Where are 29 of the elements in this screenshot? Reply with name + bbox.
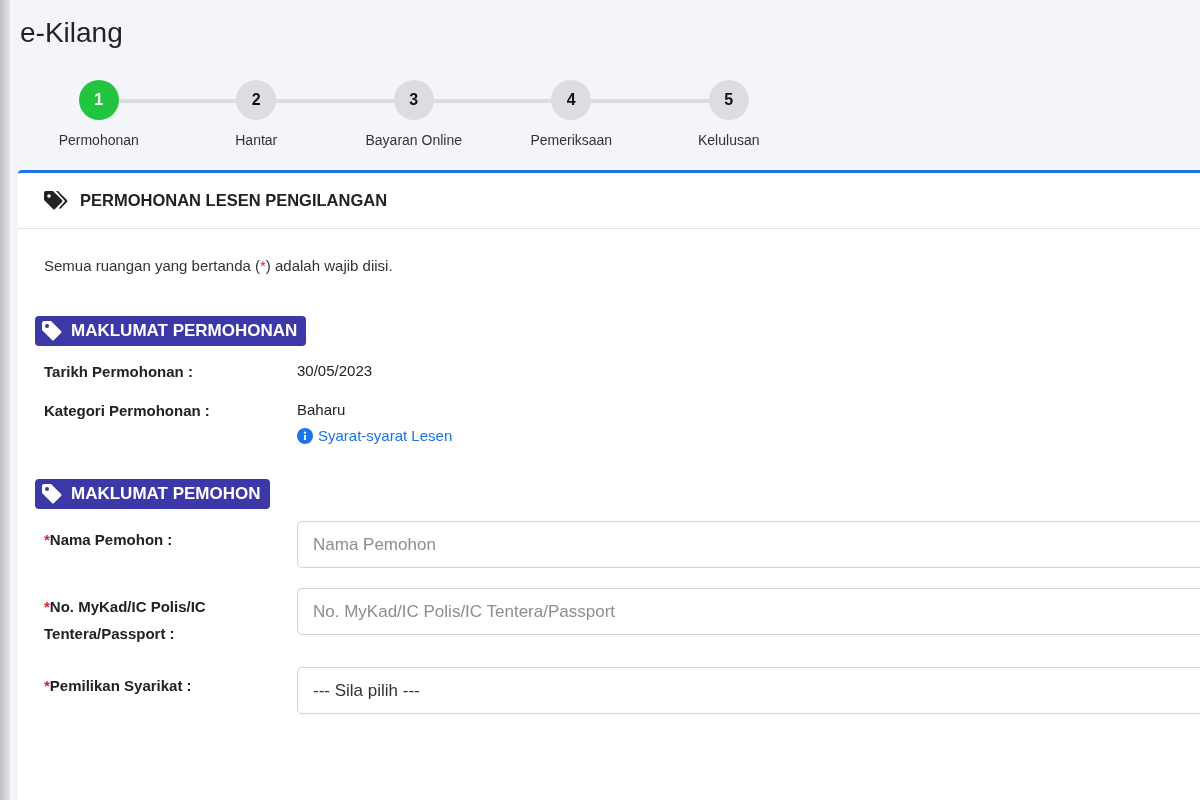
field-label: Tarikh Permohonan : bbox=[44, 362, 194, 382]
required-notice: Semua ruangan yang bertanda (*) adalah wajib diisi. bbox=[44, 257, 394, 274]
select-field[interactable]: --- Sila pilih --- bbox=[297, 667, 1200, 714]
section-title: MAKLUMAT PEMOHON bbox=[71, 484, 261, 504]
field-value: Baharu bbox=[297, 400, 346, 420]
field-label: *No. MyKad/IC Polis/IC Tentera/Passport : bbox=[44, 597, 207, 644]
step-number[interactable]: 4 bbox=[551, 80, 592, 120]
tags-icon bbox=[44, 190, 70, 211]
app-title: e-Kilang bbox=[20, 17, 124, 49]
step-number[interactable]: 2 bbox=[236, 80, 277, 120]
field-label: Kategori Permohonan : bbox=[44, 401, 211, 421]
card-title: PERMOHONAN LESEN PENGILANGAN bbox=[80, 191, 388, 210]
field-label: *Nama Pemohon : bbox=[44, 530, 174, 550]
step-number[interactable]: 3 bbox=[393, 80, 434, 120]
tag-icon bbox=[42, 321, 62, 341]
field-label: *Pemilikan Syarikat : bbox=[44, 676, 193, 696]
info-icon bbox=[297, 428, 313, 444]
step-label: Hantar bbox=[235, 132, 278, 148]
step-label: Bayaran Online bbox=[365, 132, 462, 148]
step-label: Kelulusan bbox=[698, 132, 760, 148]
step-number[interactable]: 5 bbox=[708, 80, 749, 120]
input-field[interactable]: No. MyKad/IC Polis/IC Tentera/Passport bbox=[297, 588, 1200, 635]
license-terms-link[interactable]: Syarat-syarat Lesen bbox=[297, 423, 453, 449]
step-label: Permohonan bbox=[58, 132, 139, 148]
field-value: 30/05/2023 bbox=[297, 361, 373, 381]
tag-icon bbox=[42, 484, 62, 504]
input-field[interactable]: Nama Pemohon bbox=[297, 521, 1200, 568]
step-label: Pemeriksaan bbox=[530, 132, 613, 148]
section-title: MAKLUMAT PERMOHONAN bbox=[71, 321, 298, 341]
